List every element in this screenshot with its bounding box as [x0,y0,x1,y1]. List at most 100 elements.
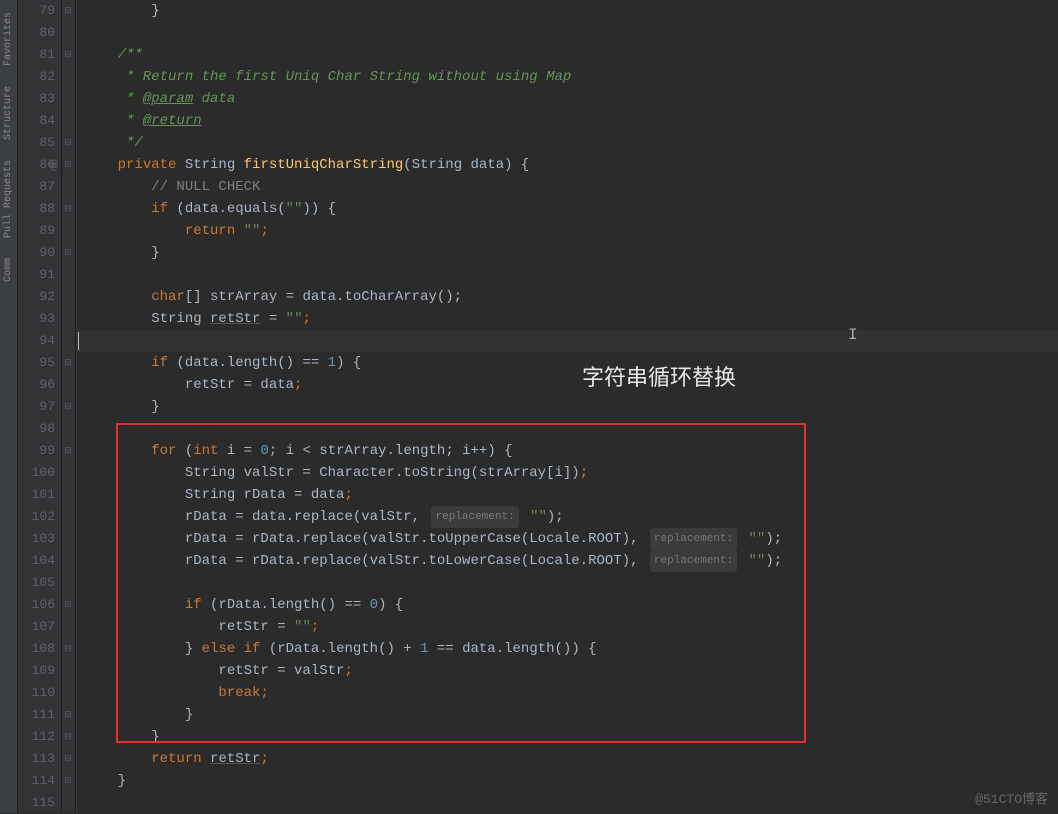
line-number[interactable]: 92 [18,286,55,308]
code-line-96[interactable]: retStr = data; [84,374,1058,396]
fold-marker-icon[interactable]: ⊟ [64,600,72,610]
line-number[interactable]: 94 [18,330,55,352]
line-number[interactable]: 113 [18,748,55,770]
line-number[interactable]: 95 [18,352,55,374]
code-line-101[interactable]: String rData = data; [84,484,1058,506]
code-line-100[interactable]: String valStr = Character.toString(strAr… [84,462,1058,484]
code-line-89[interactable]: return ""; [84,220,1058,242]
code-line-115[interactable] [84,792,1058,814]
code-line-114[interactable]: } [84,770,1058,792]
code-line-81[interactable]: /** [84,44,1058,66]
line-number[interactable]: 88 [18,198,55,220]
line-number[interactable]: 101 [18,484,55,506]
fold-marker-icon[interactable]: ⊟ [64,204,72,214]
code-line-85[interactable]: */ [84,132,1058,154]
fold-marker-icon[interactable]: ⊟ [64,138,72,148]
line-number-gutter[interactable]: 7980818283848586878889909192939495969798… [18,0,62,813]
tool-window-tabs: Favorites Structure Pull Requests Comm [0,0,18,813]
code-line-84[interactable]: * @return [84,110,1058,132]
fold-marker-icon[interactable]: ⊟ [64,50,72,60]
code-line-113[interactable]: return retStr; [84,748,1058,770]
code-line-90[interactable]: } [84,242,1058,264]
code-editor[interactable]: Favorites Structure Pull Requests Comm 7… [0,0,1058,813]
fold-marker-icon[interactable]: ⊟ [64,248,72,258]
fold-marker-icon[interactable]: ⊟ [64,644,72,654]
line-number[interactable]: 80 [18,22,55,44]
code-line-83[interactable]: * @param data [84,88,1058,110]
line-number[interactable]: 84 [18,110,55,132]
line-number[interactable]: 98 [18,418,55,440]
code-line-88[interactable]: if (data.equals("")) { [84,198,1058,220]
code-line-108[interactable]: } else if (rData.length() + 1 == data.le… [84,638,1058,660]
line-number[interactable]: 83 [18,88,55,110]
code-line-79[interactable]: } [84,0,1058,22]
code-line-107[interactable]: retStr = ""; [84,616,1058,638]
line-number[interactable]: 111 [18,704,55,726]
tab-structure[interactable]: Structure [3,86,14,140]
tab-comm[interactable]: Comm [3,258,14,282]
line-number[interactable]: 107 [18,616,55,638]
code-line-105[interactable] [84,572,1058,594]
code-line-87[interactable]: // NULL CHECK [84,176,1058,198]
tab-pull-requests[interactable]: Pull Requests [3,160,14,238]
code-line-99[interactable]: for (int i = 0; i < strArray.length; i++… [84,440,1058,462]
line-number[interactable]: 115 [18,792,55,814]
line-number[interactable]: 85 [18,132,55,154]
code-line-92[interactable]: char[] strArray = data.toCharArray(); [84,286,1058,308]
code-line-97[interactable]: } [84,396,1058,418]
line-number[interactable]: 104 [18,550,55,572]
fold-marker-icon[interactable]: ⊟ [64,6,72,16]
line-number[interactable]: 114 [18,770,55,792]
line-number[interactable]: 81 [18,44,55,66]
line-number[interactable]: 103 [18,528,55,550]
line-number[interactable]: 79 [18,0,55,22]
line-number[interactable]: 110 [18,682,55,704]
fold-marker-icon[interactable]: ⊟ [64,732,72,742]
fold-marker-icon[interactable]: ⊟ [64,754,72,764]
code-line-103[interactable]: rData = rData.replace(valStr.toUpperCase… [84,528,1058,550]
tab-favorites[interactable]: Favorites [3,12,14,66]
line-number[interactable]: 99 [18,440,55,462]
code-line-102[interactable]: rData = data.replace(valStr, replacement… [84,506,1058,528]
fold-marker-icon[interactable]: ⊟ [64,710,72,720]
line-number[interactable]: 90 [18,242,55,264]
current-line-highlight [76,330,1058,352]
vcs-change-marker[interactable]: @ [50,158,58,173]
code-line-109[interactable]: retStr = valStr; [84,660,1058,682]
code-line-111[interactable]: } [84,704,1058,726]
fold-marker-icon[interactable]: ⊟ [64,446,72,456]
line-number[interactable]: 89 [18,220,55,242]
line-number[interactable]: 97 [18,396,55,418]
line-number[interactable]: 105 [18,572,55,594]
code-line-80[interactable] [84,22,1058,44]
line-number[interactable]: 82 [18,66,55,88]
code-line-98[interactable] [84,418,1058,440]
text-cursor [78,332,79,350]
line-number[interactable]: 91 [18,264,55,286]
line-number[interactable]: 112 [18,726,55,748]
line-number[interactable]: 109 [18,660,55,682]
param-hint: replacement: [650,550,737,572]
fold-marker-icon[interactable]: ⊟ [64,358,72,368]
code-line-112[interactable]: } [84,726,1058,748]
code-line-104[interactable]: rData = rData.replace(valStr.toLowerCase… [84,550,1058,572]
code-line-86[interactable]: private String firstUniqCharString(Strin… [84,154,1058,176]
fold-marker-icon[interactable]: ⊟ [64,160,72,170]
code-line-91[interactable] [84,264,1058,286]
code-line-93[interactable]: String retStr = ""; [84,308,1058,330]
fold-marker-icon[interactable]: ⊟ [64,776,72,786]
line-number[interactable]: 93 [18,308,55,330]
code-area[interactable]: I } /** * Return the first Uniq Char Str… [76,0,1058,813]
fold-marker-icon[interactable]: ⊟ [64,402,72,412]
line-number[interactable]: 108 [18,638,55,660]
code-line-106[interactable]: if (rData.length() == 0) { [84,594,1058,616]
line-number[interactable]: 102 [18,506,55,528]
line-number[interactable]: 87 [18,176,55,198]
code-line-82[interactable]: * Return the first Uniq Char String with… [84,66,1058,88]
fold-column[interactable]: ⊟ ⊟ ⊟ ⊟ ⊟ ⊟ ⊟ ⊟ ⊟ ⊟ ⊟ ⊟ ⊟ ⊟ ⊟ [62,0,76,813]
line-number[interactable]: 96 [18,374,55,396]
line-number[interactable]: 106 [18,594,55,616]
line-number[interactable]: 100 [18,462,55,484]
code-line-110[interactable]: break; [84,682,1058,704]
code-line-95[interactable]: if (data.length() == 1) { [84,352,1058,374]
